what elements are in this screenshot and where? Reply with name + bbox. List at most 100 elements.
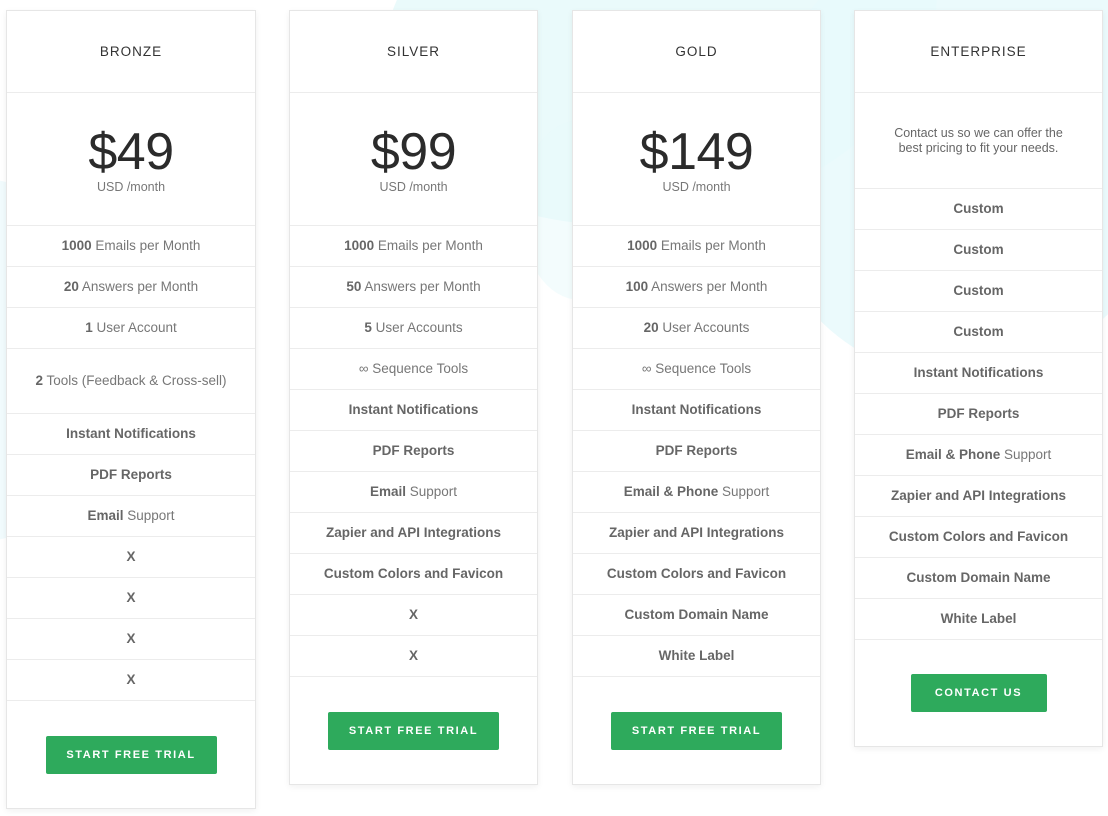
feature-highlight: 1000	[344, 238, 375, 253]
feature-row: PDF Reports	[290, 431, 537, 472]
plan-name: ENTERPRISE	[855, 11, 1102, 93]
feature-text: User Accounts	[371, 320, 463, 335]
plan-name: GOLD	[573, 11, 820, 93]
feature-highlight: X	[126, 549, 136, 564]
feature-text: Tools (Feedback & Cross-sell)	[42, 373, 227, 388]
feature-row: Email Support	[290, 472, 537, 513]
feature-highlight: 1000	[627, 238, 658, 253]
feature-highlight: Custom	[953, 324, 1004, 339]
feature-highlight: 1000	[61, 238, 92, 253]
feature-row: 2 Tools (Feedback & Cross-sell)	[7, 349, 255, 414]
feature-row: 20 Answers per Month	[7, 267, 255, 308]
start-free-trial-button[interactable]: START FREE TRIAL	[45, 735, 217, 774]
feature-highlight: X	[126, 631, 136, 646]
feature-highlight: X	[126, 672, 136, 687]
feature-highlight: Email & Phone	[623, 484, 719, 499]
feature-highlight: Instant Notifications	[631, 402, 762, 417]
start-free-trial-button[interactable]: START FREE TRIAL	[328, 711, 499, 750]
feature-highlight: PDF Reports	[937, 406, 1020, 421]
feature-highlight: Instant Notifications	[913, 365, 1044, 380]
feature-row: 5 User Accounts	[290, 308, 537, 349]
feature-text: ∞ Sequence Tools	[641, 361, 752, 376]
feature-highlight: Custom	[953, 201, 1004, 216]
plan-name: SILVER	[290, 11, 537, 93]
price-block: $99 USD /month	[290, 93, 537, 226]
price-unit: USD /month	[662, 180, 731, 194]
price-block: $49 USD /month	[7, 93, 255, 226]
feature-text: User Accounts	[658, 320, 750, 335]
feature-row: 1 User Account	[7, 308, 255, 349]
feature-highlight: 2	[35, 373, 43, 388]
feature-row: PDF Reports	[855, 394, 1102, 435]
feature-highlight: Zapier and API Integrations	[608, 525, 785, 540]
feature-highlight: White Label	[658, 648, 735, 663]
feature-list: 1000 Emails per Month 50 Answers per Mont…	[290, 226, 537, 677]
feature-row: X	[290, 636, 537, 677]
feature-highlight: 100	[625, 279, 649, 294]
feature-text: Support	[718, 484, 770, 499]
feature-row: Email & Phone Support	[855, 435, 1102, 476]
price-unit: USD /month	[96, 180, 166, 194]
plan-price: $99	[370, 123, 457, 181]
feature-row: X	[7, 578, 255, 619]
feature-highlight: X	[408, 607, 418, 622]
feature-highlight: Custom	[953, 242, 1004, 257]
feature-row: Email Support	[7, 496, 255, 537]
feature-row: 100 Answers per Month	[573, 267, 820, 308]
start-free-trial-button[interactable]: START FREE TRIAL	[611, 711, 782, 750]
feature-text: Answers per Month	[78, 279, 199, 294]
feature-text: User Account	[92, 320, 177, 335]
feature-highlight: 50	[346, 279, 362, 294]
feature-highlight: White Label	[940, 611, 1017, 626]
plan-name: BRONZE	[7, 11, 255, 93]
feature-row: 50 Answers per Month	[290, 267, 537, 308]
feature-highlight: PDF Reports	[90, 467, 172, 482]
feature-text: Answers per Month	[648, 279, 768, 294]
feature-row: PDF Reports	[573, 431, 820, 472]
feature-highlight: Email & Phone	[905, 447, 1001, 462]
feature-highlight: Custom Domain Name	[906, 570, 1051, 585]
feature-row: Custom Colors and Favicon	[573, 554, 820, 595]
plan-price: $149	[639, 123, 754, 181]
feature-highlight: Zapier and API Integrations	[325, 525, 502, 540]
feature-text: Support	[405, 484, 458, 499]
feature-text: Emails per Month	[657, 238, 766, 253]
feature-highlight: PDF Reports	[655, 443, 738, 458]
feature-list: 1000 Emails per Month 20 Answers per Mont…	[7, 226, 255, 701]
feature-highlight: Custom Colors and Favicon	[323, 566, 504, 581]
feature-row: PDF Reports	[7, 455, 255, 496]
feature-highlight: 5	[364, 320, 372, 335]
feature-row: 1000 Emails per Month	[290, 226, 537, 267]
feature-row: ∞ Sequence Tools	[290, 349, 537, 390]
feature-row: ∞ Sequence Tools	[573, 349, 820, 390]
feature-highlight: Custom Domain Name	[624, 607, 769, 622]
feature-row: Zapier and API Integrations	[573, 513, 820, 554]
feature-row: Instant Notifications	[573, 390, 820, 431]
plan-description: Contact us so we can offer the best pric…	[855, 93, 1102, 189]
feature-text: ∞ Sequence Tools	[358, 361, 469, 376]
feature-highlight: 20	[643, 320, 659, 335]
feature-row: Custom Colors and Favicon	[855, 517, 1102, 558]
pricing-card-gold: GOLD $149 USD /month 1000 Emails per Mon…	[572, 10, 821, 785]
feature-text: Answers per Month	[361, 279, 481, 294]
contact-us-button[interactable]: CONTACT US	[910, 674, 1047, 712]
plan-price: $49	[88, 123, 174, 181]
feature-text: Emails per Month	[374, 238, 483, 253]
pricing-card-bronze: BRONZE $49 USD /month 1000 Emails per Mo…	[6, 10, 256, 809]
feature-row: White Label	[573, 636, 820, 677]
feature-row: Email & Phone Support	[573, 472, 820, 513]
feature-row: 1000 Emails per Month	[573, 226, 820, 267]
feature-row: Instant Notifications	[855, 353, 1102, 394]
feature-row: Zapier and API Integrations	[855, 476, 1102, 517]
feature-highlight: PDF Reports	[372, 443, 455, 458]
feature-highlight: Instant Notifications	[66, 426, 196, 441]
feature-highlight: Instant Notifications	[348, 402, 479, 417]
feature-row: Custom Colors and Favicon	[290, 554, 537, 595]
feature-row: Custom Domain Name	[573, 595, 820, 636]
feature-row: Custom	[855, 271, 1102, 312]
feature-highlight: Custom Colors and Favicon	[888, 529, 1069, 544]
feature-text: Support	[1000, 447, 1052, 462]
feature-highlight: Zapier and API Integrations	[890, 488, 1067, 503]
pricing-card-enterprise: ENTERPRISE Contact us so we can offer th…	[854, 10, 1103, 747]
feature-highlight: X	[408, 648, 418, 663]
